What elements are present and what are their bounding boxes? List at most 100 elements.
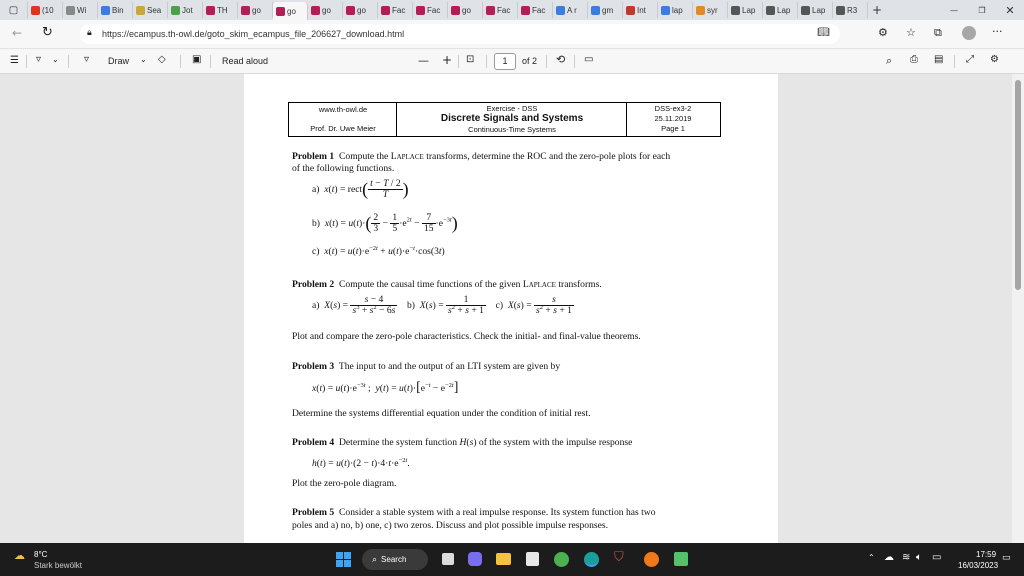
problem-5-text: Consider a stable system with a real imp…	[339, 507, 656, 518]
cloud-icon[interactable]: ☁	[884, 552, 894, 563]
browser-tab[interactable]: R3	[833, 2, 868, 18]
browser-tab[interactable]: Sea	[133, 2, 168, 18]
tab-favicon-icon	[31, 5, 40, 15]
print-icon[interactable]: ⎙	[910, 54, 918, 65]
browser-tab[interactable]: gm	[588, 2, 623, 18]
more-menu-icon[interactable]: ···	[992, 25, 1003, 38]
scrollbar-thumb[interactable]	[1015, 80, 1021, 290]
battery-icon[interactable]: ▭	[932, 552, 941, 563]
favorites-icon[interactable]: ☆	[906, 26, 916, 39]
url-text: https://ecampus.th-owl.de/goto_skim_ecam…	[102, 29, 405, 39]
text-icon[interactable]: ▣	[192, 54, 201, 65]
tab-actions-icon: ▢	[8, 4, 19, 16]
wifi-icon[interactable]: ≋	[902, 552, 910, 563]
page-number-input[interactable]: 1	[494, 53, 516, 70]
browser-tab[interactable]: go	[238, 2, 273, 18]
erase-icon[interactable]: ◇	[158, 54, 166, 65]
browser-tab-bar: ▢ (10 Wi Bin Sea Jot TH go go go go Fac Fac go Fac Fac…	[0, 0, 1024, 20]
clock-date[interactable]: 16/03/2023	[958, 561, 998, 570]
tab-favicon-icon	[276, 6, 285, 16]
restore-icon[interactable]: ❐	[968, 6, 996, 15]
browser-tab[interactable]: Int	[623, 2, 658, 18]
weather-temp[interactable]: 8°C	[34, 550, 47, 559]
page-view-icon[interactable]: ▭	[584, 54, 593, 65]
problem-2-formulas: a) X(s) = s − 4 s3 + s2 − 6s b) X(s) = 1s…	[312, 294, 574, 317]
zoom-out-icon[interactable]: —	[418, 54, 429, 67]
back-icon[interactable]: ←	[12, 26, 22, 40]
app-icon[interactable]	[674, 552, 688, 566]
settings-icon[interactable]: ⚙	[990, 54, 999, 65]
tab-favicon-icon	[66, 5, 75, 15]
draw-icon[interactable]: ▿	[84, 54, 89, 65]
browser-tab[interactable]: Lap	[728, 2, 763, 18]
refresh-icon[interactable]: ↻	[42, 25, 53, 40]
problem-3-title: Problem 3	[292, 361, 335, 372]
start-icon	[336, 552, 343, 559]
browser-tab[interactable]: Lap	[763, 2, 798, 18]
browser-tab[interactable]: go	[308, 2, 343, 18]
fit-page-icon[interactable]: ⊡	[466, 54, 474, 65]
file-explorer-icon[interactable]	[496, 553, 511, 565]
browser-tab[interactable]: Bin	[98, 2, 133, 18]
contents-icon[interactable]: ☰	[10, 55, 19, 66]
edge-icon[interactable]	[584, 552, 599, 567]
chevron-up-icon[interactable]: ⌃	[868, 553, 875, 562]
security-icon[interactable]: ⛉	[614, 550, 624, 565]
browser-tab[interactable]: TH	[203, 2, 238, 18]
close-window-icon[interactable]: ✕	[996, 4, 1024, 17]
read-aloud-button[interactable]: Read aloud	[222, 56, 268, 66]
save-icon[interactable]: ▤	[934, 54, 943, 65]
draw-button[interactable]: Draw	[108, 56, 129, 66]
highlight-dropdown-icon[interactable]: ⌄	[52, 55, 59, 64]
problem-1a-formula: a) x(t) = rect(t − T / 2 T)	[312, 178, 409, 201]
header-author: Prof. Dr. Uwe Meier	[310, 124, 376, 133]
browser-tab[interactable]: Wi	[63, 2, 98, 18]
volume-icon[interactable]: 🔈︎	[916, 552, 922, 563]
read-mode-icon[interactable]: 📖︎	[817, 27, 830, 38]
browser-tab[interactable]: Fac	[483, 2, 518, 18]
browser-tab[interactable]: go	[273, 2, 308, 20]
chat-icon[interactable]	[468, 552, 482, 566]
header-exercise: Exercise - DSS	[486, 104, 538, 113]
browser-tab[interactable]: Fac	[413, 2, 448, 18]
browser-tab[interactable]: Fac	[378, 2, 413, 18]
weather-desc[interactable]: Stark bewölkt	[34, 561, 82, 570]
pin-toolbar-icon[interactable]: ⤢	[966, 54, 974, 65]
browser-tab[interactable]: Fac	[518, 2, 553, 18]
start-button[interactable]	[336, 552, 351, 567]
browser-tab[interactable]: syr	[693, 2, 728, 18]
highlight-icon[interactable]: ▿	[36, 54, 41, 65]
tab-label: lap	[672, 5, 683, 15]
task-view-icon[interactable]	[442, 553, 454, 565]
browser-tab[interactable]: Lap	[798, 2, 833, 18]
collections-icon[interactable]: ⧉	[934, 26, 942, 40]
browser-tab[interactable]: (10	[28, 2, 63, 18]
taskbar-search[interactable]: ⌕ Search	[362, 549, 428, 570]
search-icon[interactable]: ⌕	[886, 54, 892, 68]
browser-tab[interactable]: Jot	[168, 2, 203, 18]
problem-3: Problem 3 The input to and the output of…	[292, 361, 560, 372]
weather-icon[interactable]: ☁	[14, 549, 25, 562]
browser-tab[interactable]: lap	[658, 2, 693, 18]
calculator-icon[interactable]	[526, 552, 539, 566]
address-field[interactable]: 🔒︎ https://ecampus.th-owl.de/goto_skim_e…	[80, 24, 840, 44]
profile-avatar[interactable]	[962, 26, 976, 40]
extensions-icon[interactable]: ⚙	[878, 26, 888, 39]
vertical-scrollbar[interactable]	[1012, 74, 1024, 543]
tab-label: go	[252, 5, 261, 15]
pdf-viewer[interactable]: www.th-owl.de Prof. Dr. Uwe Meier Exerci…	[0, 74, 1024, 543]
firefox-icon[interactable]	[644, 552, 659, 567]
minimize-icon[interactable]: —	[940, 6, 968, 15]
browser-tab[interactable]: go	[343, 2, 378, 18]
notification-icon[interactable]: ▭	[1002, 553, 1011, 563]
photos-icon[interactable]	[554, 552, 569, 567]
new-tab-button[interactable]: +	[868, 3, 886, 17]
draw-dropdown-icon[interactable]: ⌄	[140, 55, 147, 64]
browser-tab[interactable]: A r	[553, 2, 588, 18]
tab-actions-button[interactable]: ▢	[0, 2, 28, 18]
clock-time[interactable]: 17:59	[976, 550, 996, 559]
browser-tab[interactable]: go	[448, 2, 483, 18]
tab-favicon-icon	[626, 5, 635, 15]
zoom-in-icon[interactable]: +	[442, 53, 452, 67]
rotate-icon[interactable]: ⟲	[556, 53, 565, 66]
